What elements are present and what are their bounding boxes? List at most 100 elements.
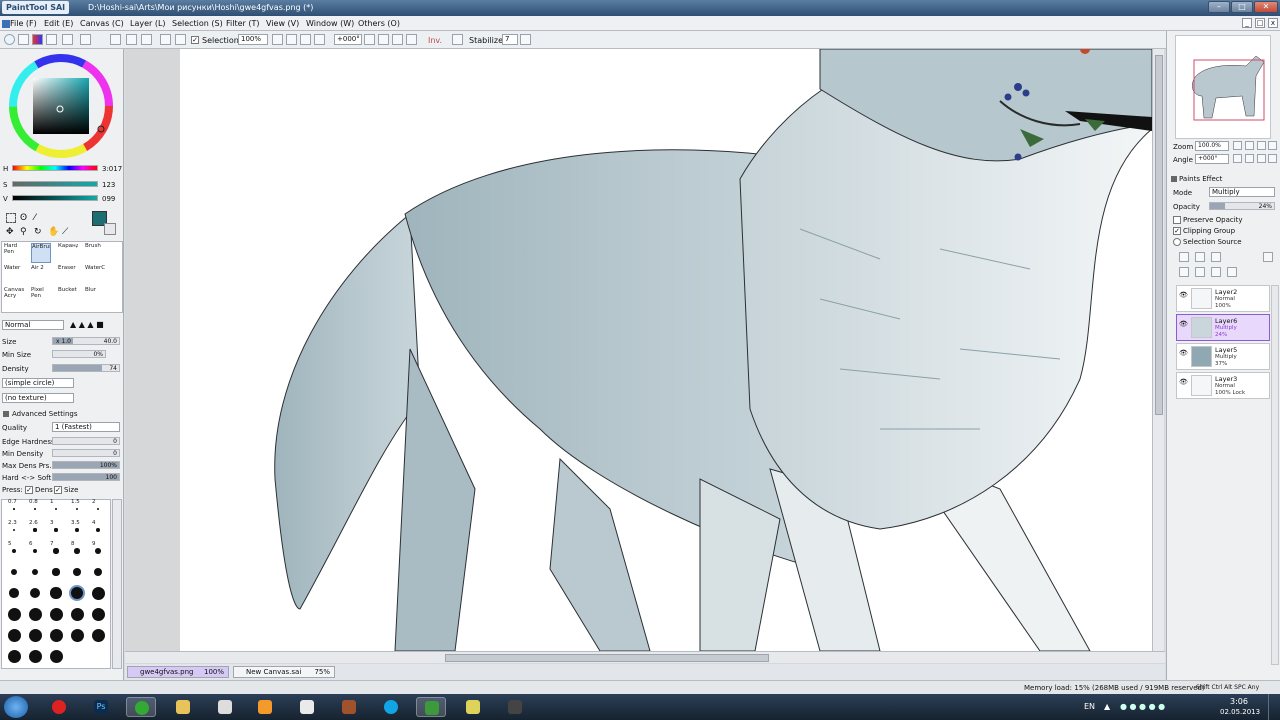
paints-effect-label[interactable]: Paints Effect — [1179, 175, 1222, 183]
saturation-slider[interactable] — [12, 181, 98, 187]
brush-size-dot[interactable] — [10, 568, 17, 575]
rotation-field[interactable]: +000° — [334, 34, 362, 45]
taskbar-app8[interactable] — [334, 697, 364, 717]
menu-filter[interactable]: Filter (T) — [226, 19, 259, 28]
brush-size-dot[interactable] — [75, 528, 79, 532]
brush-texture-select[interactable]: (no texture) — [2, 393, 74, 403]
eyedropper-icon[interactable]: ⟋ — [62, 227, 68, 237]
merge-down-icon[interactable] — [1195, 267, 1205, 277]
menu-file[interactable]: File (F) — [10, 19, 37, 28]
stabilizer-field[interactable]: 7 — [502, 34, 518, 45]
zoom-in-icon[interactable] — [286, 34, 297, 45]
brush-size-dot[interactable] — [13, 508, 15, 510]
brush-size-dot[interactable] — [91, 586, 105, 600]
brush-size-dot[interactable] — [91, 607, 105, 621]
brush-size-dot[interactable] — [28, 628, 42, 642]
brush-size-dot[interactable] — [96, 507, 100, 511]
nav-angle-field[interactable]: +000° — [1195, 154, 1229, 164]
tool-blur[interactable]: Blur — [85, 287, 105, 307]
selection-checkbox[interactable]: ✓ — [191, 36, 199, 44]
nav-zoom-out-icon[interactable] — [1233, 141, 1242, 150]
secondary-color-swatch[interactable] — [104, 223, 116, 235]
brush-shape-icons[interactable]: ▲ ▲ ▲ ■ — [70, 320, 120, 330]
mdi-minimize-button[interactable]: _ — [1242, 18, 1252, 28]
color-wheel[interactable] — [6, 51, 116, 161]
taskbar-photoshop[interactable]: Ps — [86, 697, 116, 717]
swatches-toggle-icon[interactable] — [46, 34, 57, 45]
tool-brush[interactable]: Brush — [85, 243, 105, 263]
zoom-reset-icon[interactable] — [300, 34, 311, 45]
rotate-reset-icon[interactable] — [392, 34, 403, 45]
brush-size-dot[interactable] — [70, 607, 84, 621]
layer-mode-select[interactable]: Multiply — [1209, 187, 1275, 197]
brush-size-dot[interactable] — [32, 548, 38, 554]
nav-flip-icon[interactable] — [1268, 154, 1277, 163]
hsv-slider-toggle-icon[interactable] — [32, 34, 43, 45]
layer-list-scrollbar[interactable] — [1271, 285, 1279, 665]
move-icon[interactable]: ✥ — [6, 227, 14, 237]
taskbar-skype[interactable] — [376, 697, 406, 717]
app-menu-icon[interactable] — [2, 20, 10, 28]
layer-row-layer2[interactable]: 👁 Layer2 Normal 100% — [1176, 285, 1270, 312]
blend-mode-select[interactable]: Normal — [2, 320, 64, 330]
brush-size-dot[interactable] — [91, 628, 105, 642]
tool-water[interactable]: Water — [4, 265, 24, 285]
magic-wand-icon[interactable]: ⁄ — [34, 213, 44, 223]
taskbar-app11[interactable] — [458, 697, 488, 717]
min-density-slider[interactable]: 0 — [52, 449, 120, 457]
menu-edit[interactable]: Edit (E) — [44, 19, 73, 28]
menu-view[interactable]: View (V) — [266, 19, 299, 28]
brush-size-dot[interactable] — [70, 628, 84, 642]
rotate-right-icon[interactable] — [378, 34, 389, 45]
menu-others[interactable]: Others (O) — [358, 19, 400, 28]
transfer-down-icon[interactable] — [1179, 267, 1189, 277]
menu-selection[interactable]: Selection (S) — [172, 19, 223, 28]
layer-visibility-icon[interactable]: 👁 — [1179, 350, 1188, 357]
press-dens-checkbox[interactable]: ✓ — [25, 486, 33, 494]
minimize-button[interactable]: – — [1208, 1, 1230, 13]
brush-size-dot[interactable] — [49, 607, 63, 621]
nav-zoom-field[interactable]: 100.0% — [1195, 141, 1229, 151]
panel-toggle-icon[interactable] — [110, 34, 121, 45]
nav-zoom-reset-icon[interactable] — [1257, 141, 1266, 150]
close-button[interactable]: ✕ — [1254, 1, 1278, 13]
brush-size-dot[interactable] — [74, 548, 80, 554]
brush-size-dot[interactable] — [73, 568, 81, 576]
stabilizer-dropdown-icon[interactable] — [520, 34, 531, 45]
horizontal-scrollbar[interactable] — [125, 651, 1165, 663]
zoom-field[interactable]: 100% — [238, 34, 268, 45]
invert-selection-icon[interactable] — [160, 34, 171, 45]
brush-size-dot[interactable] — [55, 508, 57, 510]
brush-size-dot[interactable] — [49, 649, 63, 663]
horizontal-scroll-thumb[interactable] — [445, 654, 769, 662]
brush-size-scrollbar[interactable] — [112, 499, 122, 669]
brush-size-dot[interactable] — [29, 587, 41, 599]
invert-label[interactable]: Inv. — [428, 36, 442, 45]
hard-soft-slider[interactable]: 100 — [52, 473, 120, 481]
new-layer-icon[interactable] — [1179, 252, 1189, 262]
layer-visibility-icon[interactable]: 👁 — [1179, 321, 1188, 328]
color-wheel-toggle-icon[interactable] — [4, 34, 15, 45]
value-slider[interactable] — [12, 195, 98, 201]
advanced-settings-label[interactable]: Advanced Settings — [12, 410, 78, 418]
new-folder-icon[interactable] — [1211, 252, 1221, 262]
delete-layer-icon[interactable] — [1227, 267, 1237, 277]
stabilizer-icon[interactable] — [452, 34, 463, 45]
mdi-restore-button[interactable]: □ — [1255, 18, 1265, 28]
brush-size-dot[interactable] — [7, 607, 21, 621]
tray-expand-icon[interactable]: ▲ — [1104, 702, 1110, 711]
nav-rotate-left-icon[interactable] — [1233, 154, 1242, 163]
brush-size-dot[interactable] — [9, 588, 19, 598]
clock-time[interactable]: 3:06 — [1230, 697, 1248, 706]
brush-size-dot[interactable] — [7, 628, 21, 642]
menu-layer[interactable]: Layer (L) — [130, 19, 166, 28]
tool-air2[interactable]: Air 2 — [31, 265, 51, 285]
vertical-scrollbar[interactable] — [1152, 49, 1164, 651]
taskbar-paint-tool-sai[interactable] — [416, 697, 446, 717]
nav-zoom-fit-icon[interactable] — [1268, 141, 1277, 150]
hue-slider[interactable] — [12, 165, 98, 171]
brush-size-dot[interactable] — [28, 607, 42, 621]
taskbar-chrome[interactable] — [126, 697, 156, 717]
press-size-checkbox[interactable]: ✓ — [54, 486, 62, 494]
system-tray-icons[interactable]: ● ● ● ● ● — [1120, 702, 1180, 712]
